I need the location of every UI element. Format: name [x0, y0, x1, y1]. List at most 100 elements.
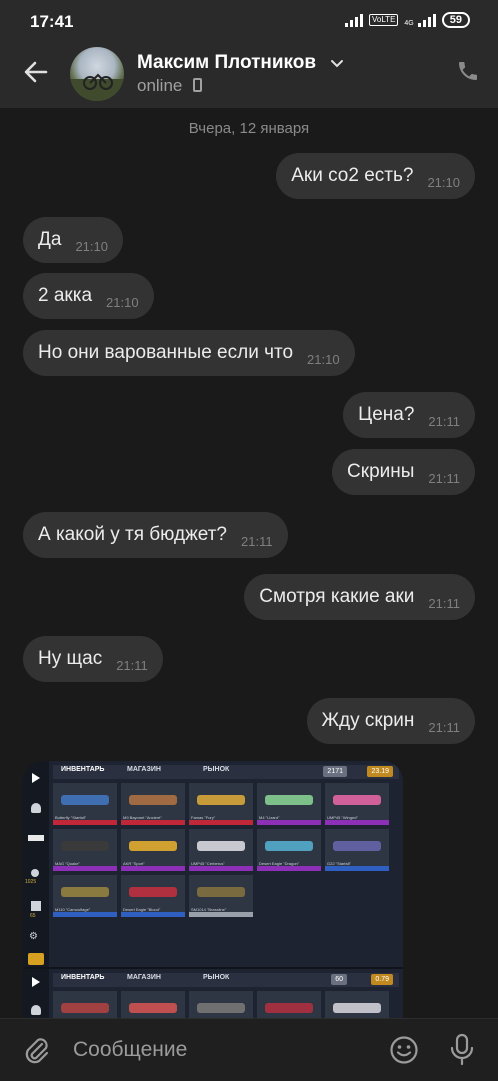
shop-tab: МАГАЗИН	[127, 766, 161, 773]
rarity-strip	[121, 866, 185, 871]
phone-call-icon[interactable]	[456, 59, 480, 83]
avatar[interactable]	[70, 47, 124, 101]
inventory-tab: ИНВЕНТАРЬ	[61, 974, 105, 981]
weapon-skin-icon	[265, 1003, 313, 1013]
rarity-strip	[325, 866, 389, 871]
group-icon	[31, 901, 41, 911]
side-count-1: 1025	[25, 879, 37, 885]
paperclip-icon[interactable]	[22, 1035, 50, 1065]
avatar-photo-icon	[70, 73, 124, 101]
inventory-item: G22 "Starfall"	[325, 829, 389, 871]
inventory-item: Butterfly "Starfall"	[53, 783, 117, 825]
image-attachment[interactable]: 1025 65 ⚙ ИНВЕНТАРЬ МАГАЗИН РЫНОК 2171 2…	[23, 761, 403, 1031]
chevron-down-icon[interactable]	[329, 55, 345, 71]
item-name: G22 "Starfall"	[327, 861, 351, 866]
weapon-skin-icon	[61, 841, 109, 851]
back-arrow-icon[interactable]	[22, 58, 50, 86]
message-text: Аки со2 есть?	[291, 165, 414, 186]
message-time: 21:10	[75, 238, 108, 254]
weapon-skin-icon	[129, 887, 177, 897]
volte-badge: VoLTE	[368, 14, 399, 26]
rarity-strip	[257, 866, 321, 871]
profile-icon	[31, 803, 41, 813]
status-time: 17:41	[30, 12, 74, 31]
weapon-icon	[28, 835, 44, 841]
rarity-strip	[53, 912, 117, 917]
item-name: M110 "Camouflage"	[55, 907, 91, 912]
weapon-skin-icon	[61, 887, 109, 897]
rarity-strip	[189, 866, 253, 871]
rarity-strip	[257, 820, 321, 825]
item-name: MAG "Quake"	[55, 861, 80, 866]
weapon-skin-icon	[197, 795, 245, 805]
message-text: Но они варованные если что	[38, 342, 294, 363]
message-time: 21:11	[428, 595, 460, 611]
message-outgoing[interactable]: Аки со2 есть? 21:10	[276, 153, 475, 199]
weapon-skin-icon	[265, 841, 313, 851]
play-icon	[32, 773, 40, 783]
message-time: 21:11	[428, 719, 460, 735]
message-incoming[interactable]: Да 21:10	[23, 217, 123, 263]
item-name: Famas "Fury"	[191, 815, 216, 820]
message-text: Да	[38, 229, 62, 250]
inventory-item: Desert Eagle "Dragon"	[257, 829, 321, 871]
message-incoming[interactable]: Но они варованные если что 21:10	[23, 330, 355, 376]
message-composer: Сообщение	[0, 1018, 498, 1081]
inventory-screenshot: 1025 65 ⚙ ИНВЕНТАРЬ МАГАЗИН РЫНОК 2171 2…	[23, 761, 403, 967]
coin-icon	[31, 869, 39, 877]
weapon-skin-icon	[61, 795, 109, 805]
message-outgoing[interactable]: Цена? 21:11	[343, 392, 475, 438]
message-incoming[interactable]: А какой у тя бюджет? 21:11	[23, 512, 288, 558]
inventory-item: M110 "Camouflage"	[53, 875, 117, 917]
contact-name[interactable]: Максим Плотников	[137, 52, 316, 74]
item-name: Desert Eagle "Blood"	[123, 907, 161, 912]
message-text: Ну щас	[38, 648, 103, 669]
market-tab: РЫНОК	[203, 766, 230, 773]
message-incoming[interactable]: Ну щас 21:11	[23, 636, 163, 682]
message-text: Цена?	[358, 404, 415, 425]
status-icons: VoLTE 4G 59	[344, 12, 470, 28]
message-outgoing[interactable]: Жду скрин 21:11	[306, 698, 475, 744]
rarity-strip	[121, 820, 185, 825]
rarity-strip	[325, 820, 389, 825]
item-name: M9 Bayonet "Ancient"	[123, 815, 162, 820]
weapon-skin-icon	[333, 1003, 381, 1013]
signal-icon	[344, 13, 363, 27]
rarity-strip	[189, 820, 253, 825]
battery-icon: 59	[441, 12, 470, 28]
status-bar: 17:41 VoLTE 4G 59	[0, 0, 498, 40]
message-outgoing[interactable]: Скрины 21:11	[332, 449, 475, 495]
message-incoming[interactable]: 2 акка 21:10	[23, 273, 154, 319]
play-icon	[32, 977, 40, 987]
message-time: 21:10	[307, 351, 340, 367]
message-text: Жду скрин	[321, 710, 415, 731]
emoji-icon[interactable]	[389, 1035, 419, 1065]
gold-balance: 0.79	[371, 974, 393, 985]
rarity-strip	[121, 912, 185, 917]
inventory-item: M4 "Lizard"	[257, 783, 321, 825]
message-text: Скрины	[347, 461, 415, 482]
mobile-device-icon	[193, 78, 202, 92]
market-tab: РЫНОК	[203, 974, 230, 981]
date-separator: Вчера, 12 января	[188, 120, 310, 137]
item-name: Butterfly "Starfall"	[55, 815, 87, 820]
message-time: 21:11	[241, 533, 273, 549]
contact-status: online	[137, 76, 183, 95]
inventory-item: MAG "Quake"	[53, 829, 117, 871]
message-outgoing[interactable]: Смотря какие аки 21:11	[244, 574, 475, 620]
inventory-item: M9 Bayonet "Ancient"	[121, 783, 185, 825]
rarity-strip	[189, 912, 253, 917]
microphone-icon[interactable]	[448, 1033, 476, 1067]
gold-balance: 23.19	[367, 766, 393, 777]
profile-icon	[31, 1005, 41, 1015]
weapon-skin-icon	[333, 841, 381, 851]
message-time: 21:10	[427, 174, 460, 190]
message-time: 21:11	[428, 470, 460, 486]
item-name: AKR "Sport"	[123, 861, 145, 866]
weapon-skin-icon	[61, 1003, 109, 1013]
chat-header: Максим Плотников online	[0, 40, 498, 108]
rarity-strip	[53, 866, 117, 871]
inventory-item: UMP45 "Winged"	[325, 783, 389, 825]
message-input[interactable]: Сообщение	[73, 1038, 187, 1062]
item-name: SM1014 "Brassline"	[191, 907, 227, 912]
